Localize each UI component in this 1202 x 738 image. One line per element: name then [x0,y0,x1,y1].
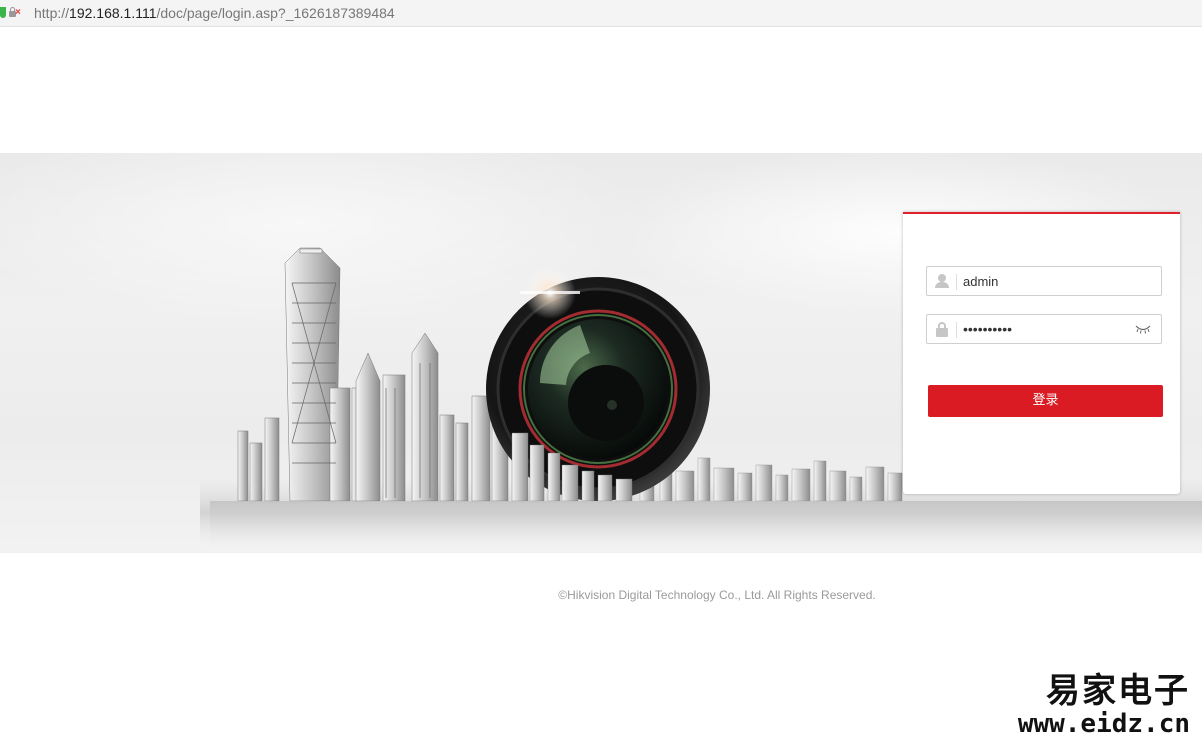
eye-closed-icon[interactable] [1135,324,1151,334]
login-button[interactable]: 登录 [928,385,1163,417]
lock-icon [935,322,949,337]
watermark-url: www.eidz.cn [1017,709,1190,738]
field-divider [956,274,957,290]
user-icon [935,274,949,288]
address-bar[interactable]: × http://192.168.1.111/doc/page/login.as… [0,0,1202,27]
field-divider [956,322,957,338]
login-panel: 登录 [903,212,1180,494]
watermark: 易家电子 www.eidz.cn [1018,672,1190,738]
url-path: /doc/page/login.asp?_1626187389484 [156,5,395,21]
url-prefix: http:// [34,5,70,21]
close-icon: × [15,7,21,18]
shield-icon [0,7,6,18]
username-input[interactable] [963,271,1133,291]
url-host: 192.168.1.111 [69,5,157,21]
password-input[interactable] [963,319,1133,339]
username-field[interactable] [926,266,1162,296]
url-text[interactable]: http://192.168.1.111/doc/page/login.asp?… [34,4,395,22]
site-info[interactable]: × [0,6,26,20]
copyright-text: ©Hikvision Digital Technology Co., Ltd. … [558,588,876,602]
password-field[interactable] [926,314,1162,344]
watermark-brand: 易家电子 [1046,671,1190,711]
